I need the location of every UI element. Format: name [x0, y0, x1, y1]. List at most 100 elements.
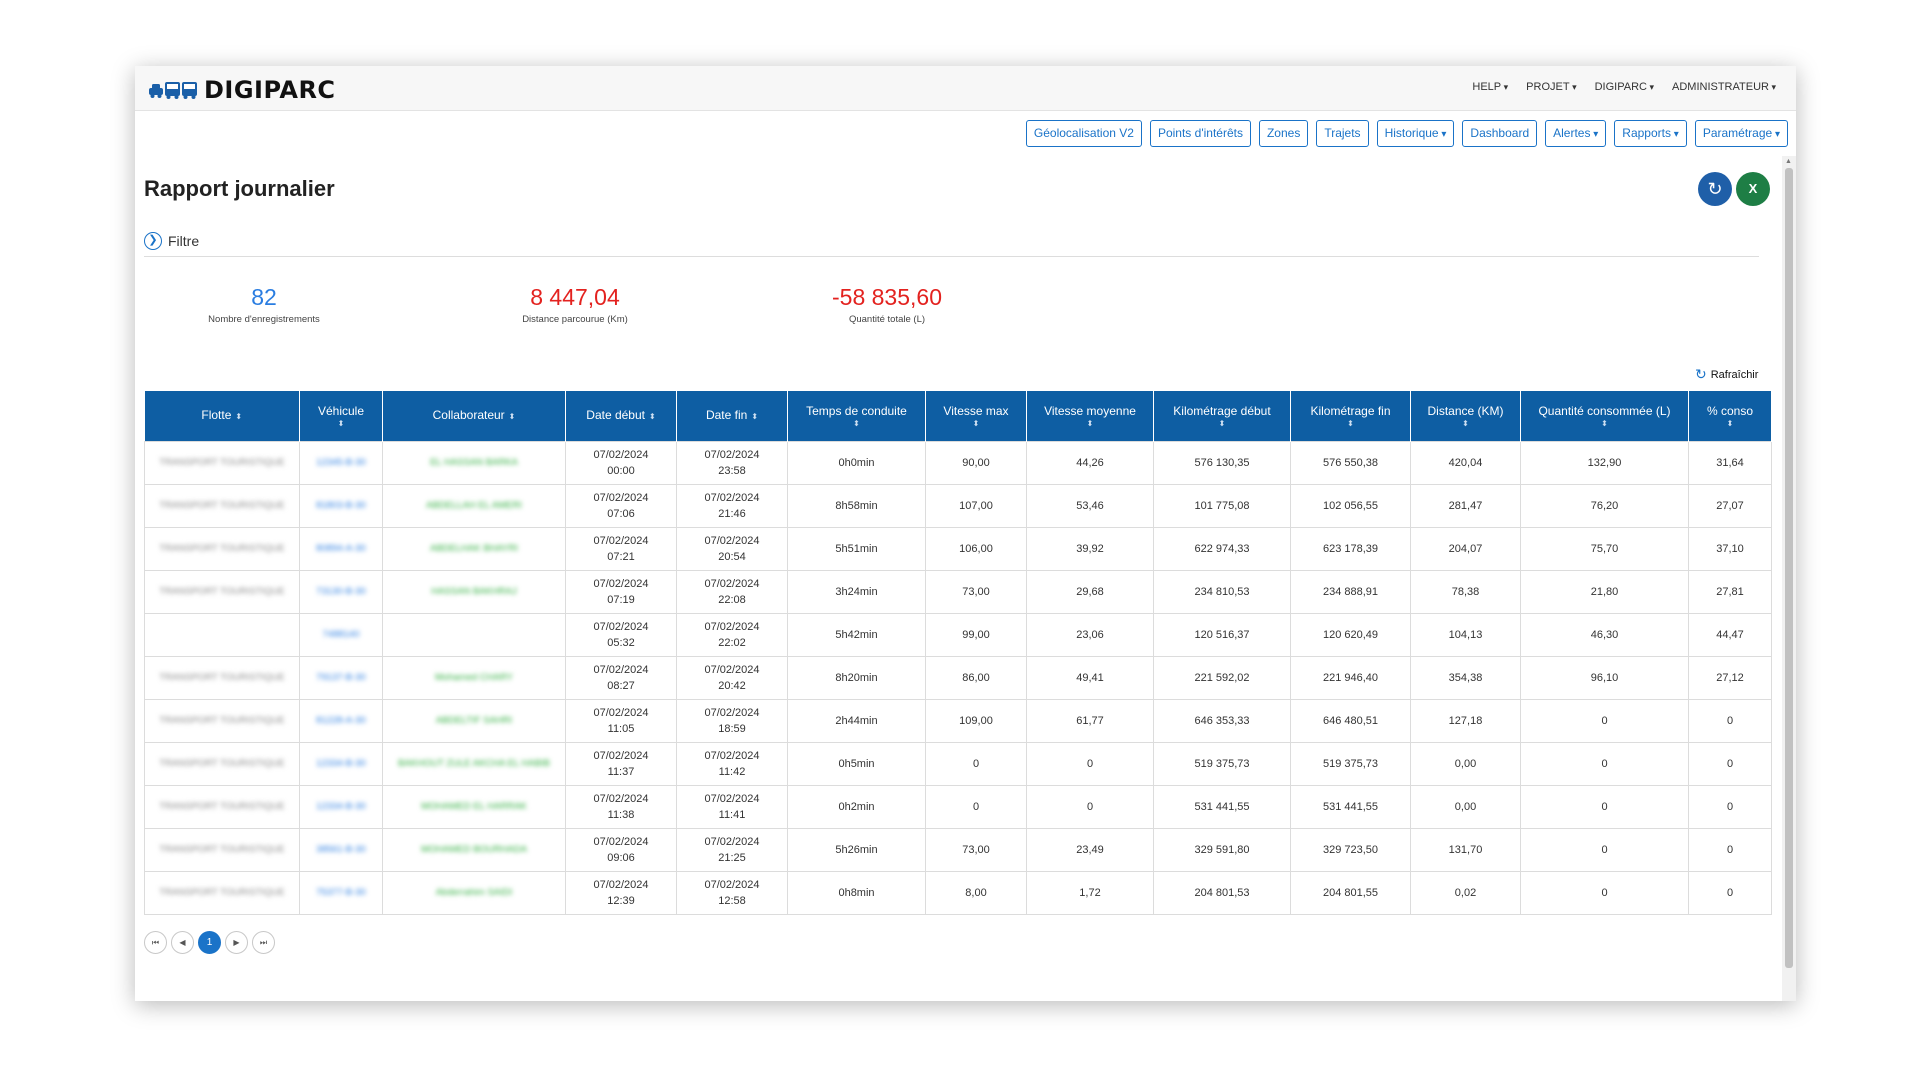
cell-fin: 07/02/2024 18:59 [676, 698, 788, 743]
sort-icon[interactable]: ⬍ [303, 419, 379, 429]
cell-value[interactable]: 75377-B-30 [303, 886, 379, 899]
table-row[interactable]: TRANSPORT TOURISTIQUE 81803-B-30 ABDELLAH … [144, 483, 1772, 528]
cell-value[interactable]: HASSAN BAKHRAJ [386, 585, 562, 598]
sort-icon[interactable]: ⬍ [1157, 419, 1287, 429]
cell-value[interactable]: BAKHOUT ZULE AKCHA EL HABIB [386, 757, 562, 770]
table-row[interactable]: TRANSPORT TOURISTIQUE 80894-A-30 ABDELHAK … [144, 526, 1772, 571]
export-excel-button[interactable]: X [1736, 172, 1770, 206]
cell-flotte: TRANSPORT TOURISTIQUE [144, 784, 300, 829]
next-page-button[interactable]: ▶ [225, 931, 248, 954]
scrollbar-thumb[interactable] [1785, 168, 1793, 968]
cell-vehicule: 7488140 [299, 612, 383, 657]
sort-icon[interactable]: ⬍ [791, 419, 922, 429]
cell-value[interactable]: 81803-B-30 [303, 499, 379, 512]
nav-button[interactable]: Dashboard [1462, 120, 1538, 147]
filter-toggle[interactable]: ❯ Filtre [144, 232, 199, 250]
first-page-button[interactable]: ⏮ [144, 931, 167, 954]
cell-value[interactable]: 81228-A-30 [303, 714, 379, 727]
column-header[interactable]: Vitesse max ⬍ [925, 391, 1027, 441]
column-header[interactable]: Date fin ⬍ [676, 391, 788, 441]
column-header[interactable]: Temps de conduite ⬍ [787, 391, 926, 441]
cell-value[interactable]: 12345-B-30 [303, 456, 379, 469]
cell-dist: 0,02 [1410, 870, 1521, 915]
cell-value[interactable]: MOHAMED BOURHADA [386, 843, 562, 856]
nav-button[interactable]: Géolocalisation V2 [1025, 120, 1142, 147]
column-header[interactable]: Kilométrage début ⬍ [1153, 391, 1291, 441]
sort-icon[interactable]: ⬍ [1692, 419, 1768, 429]
cell-value[interactable]: MOHAMED EL HARRAK [386, 800, 562, 813]
table-row[interactable]: TRANSPORT TOURISTIQUE 12334-B-30 BAKHOUT Z… [144, 741, 1772, 786]
table-row[interactable]: TRANSPORT TOURISTIQUE 81228-A-30 ABDELTIF … [144, 698, 1772, 743]
menu-digiparc[interactable]: DIGIPARC [1595, 81, 1654, 93]
column-header[interactable]: Collaborateur ⬍ [382, 391, 566, 441]
table-row[interactable]: TRANSPORT TOURISTIQUE 79137-B-30 Mohamed C… [144, 655, 1772, 700]
cell-value[interactable]: 12334-B-30 [303, 800, 379, 813]
cell-time: 21:25 [718, 851, 746, 864]
page-title: Rapport journalier [144, 176, 335, 201]
page-1-button[interactable]: 1 [198, 931, 221, 954]
cell-value[interactable]: Mohamed CHARY [386, 671, 562, 684]
sort-icon[interactable]: ⬍ [1524, 419, 1685, 429]
nav-button[interactable]: Trajets [1316, 120, 1369, 147]
sort-icon[interactable]: ⬍ [509, 412, 516, 421]
nav-button[interactable]: Points d'intérêts [1149, 120, 1251, 147]
cell-value[interactable]: 12334-B-30 [303, 757, 379, 770]
table-row[interactable]: TRANSPORT TOURISTIQUE 12334-B-30 MOHAMED E… [144, 784, 1772, 829]
nav-button[interactable]: Paramétrage [1694, 120, 1788, 147]
cell-vmoy: 39,92 [1026, 526, 1154, 571]
sort-icon[interactable]: ⬍ [1294, 419, 1407, 429]
column-header[interactable]: Kilométrage fin ⬍ [1290, 391, 1411, 441]
cell-value[interactable]: 79137-B-30 [303, 671, 379, 684]
last-page-button[interactable]: ⏭ [252, 931, 275, 954]
logo[interactable]: DIGIPARC [148, 76, 336, 104]
sort-icon[interactable]: ⬍ [649, 412, 656, 421]
cell-value[interactable]: 7488140 [303, 628, 379, 641]
table-row[interactable]: TRANSPORT TOURISTIQUE 38561-B-30 MOHAMED B… [144, 827, 1772, 872]
nav-button[interactable]: Zones [1258, 120, 1309, 147]
sort-icon[interactable]: ⬍ [751, 412, 758, 421]
sort-icon[interactable]: ⬍ [235, 412, 242, 421]
menu-projet[interactable]: PROJET [1526, 81, 1576, 93]
nav-button[interactable]: Historique [1376, 120, 1455, 147]
cell-value[interactable]: Abderrahim SAIDI [386, 886, 562, 899]
scroll-up-icon[interactable]: ▲ [1785, 158, 1792, 165]
table-row[interactable]: TRANSPORT TOURISTIQUE 12345-B-30 EL HASSAN… [144, 440, 1772, 485]
cell-value[interactable]: ABDELLAH EL AMERI [386, 499, 562, 512]
column-header[interactable]: Flotte ⬍ [144, 391, 300, 441]
vertical-scrollbar[interactable]: ▲ [1782, 156, 1796, 1001]
cell-debut: 07/02/2024 09:06 [565, 827, 677, 872]
refresh-link[interactable]: ↻ Rafraîchir [1695, 366, 1758, 383]
table-row[interactable]: TRANSPORT TOURISTIQUE 73130-B-30 HASSAN BA… [144, 569, 1772, 614]
cell-value[interactable]: 73130-B-30 [303, 585, 379, 598]
nav-button[interactable]: Alertes [1545, 120, 1607, 147]
divider [144, 256, 1759, 257]
cell-date: 07/02/2024 [704, 577, 760, 590]
table-row[interactable]: 7488140 07/02/2024 05:32 07/02/2024 22:02 5h4… [144, 612, 1772, 657]
table-row[interactable]: TRANSPORT TOURISTIQUE 75377-B-30 Abderrahi… [144, 870, 1772, 915]
column-header[interactable]: Vitesse moyenne ⬍ [1026, 391, 1154, 441]
cell-time: 12:58 [718, 894, 746, 907]
column-header[interactable]: Distance (KM) ⬍ [1410, 391, 1521, 441]
cell-value[interactable]: ABDELHAK BHAYRI [386, 542, 562, 555]
cell-value[interactable]: 80894-A-30 [303, 542, 379, 555]
cell-kmdeb: 101 775,08 [1153, 483, 1291, 528]
column-header[interactable]: Date début ⬍ [565, 391, 677, 441]
cell-debut: 07/02/2024 05:32 [565, 612, 677, 657]
column-header[interactable]: Véhicule ⬍ [299, 391, 383, 441]
column-header[interactable]: Quantité consommée (L) ⬍ [1520, 391, 1689, 441]
cell-time: 20:54 [718, 550, 746, 563]
cell-vehicule: 79137-B-30 [299, 655, 383, 700]
cell-value[interactable]: EL HASSAN BARKA [386, 456, 562, 469]
cell-value[interactable]: ABDELTIF SAHRI [386, 714, 562, 727]
sort-icon[interactable]: ⬍ [1414, 419, 1517, 429]
column-header[interactable]: % conso ⬍ [1688, 391, 1772, 441]
nav-button[interactable]: Rapports [1614, 120, 1687, 147]
menu-administrateur[interactable]: ADMINISTRATEUR [1672, 81, 1776, 93]
prev-page-button[interactable]: ◀ [171, 931, 194, 954]
cell-value[interactable]: 38561-B-30 [303, 843, 379, 856]
sort-icon[interactable]: ⬍ [1030, 419, 1150, 429]
refresh-button[interactable]: ↻ [1698, 172, 1732, 206]
cell-qte: 0 [1520, 741, 1689, 786]
sort-icon[interactable]: ⬍ [929, 419, 1023, 429]
menu-help[interactable]: HELP [1472, 81, 1508, 93]
